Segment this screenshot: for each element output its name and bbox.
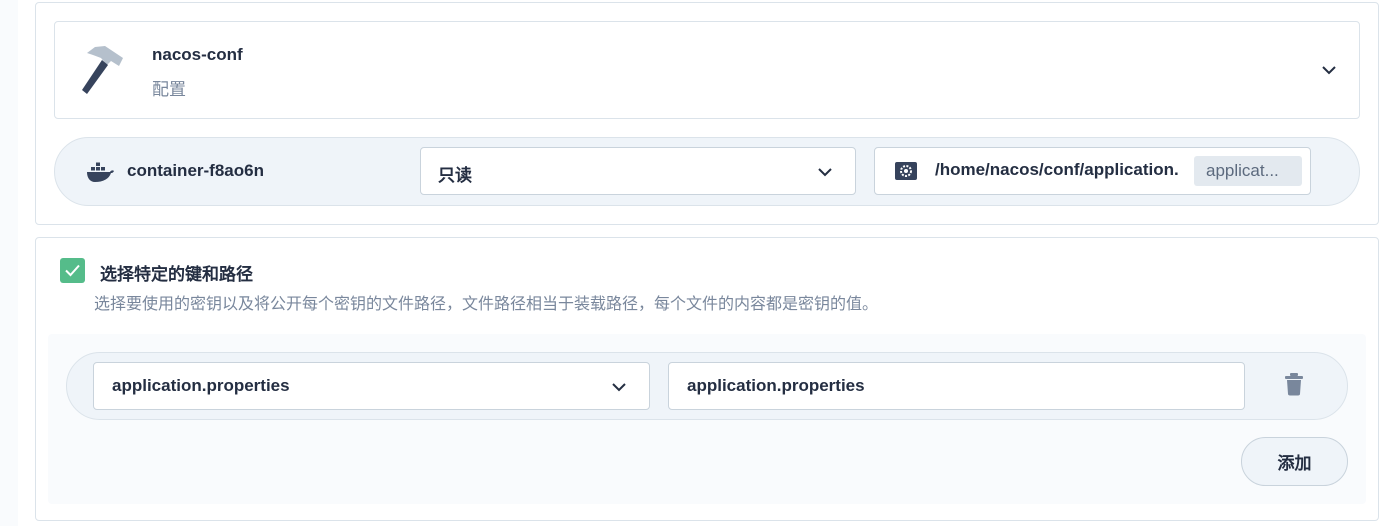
docker-icon: [87, 162, 114, 182]
trash-icon[interactable]: [1284, 372, 1304, 396]
container-name: container-f8ao6n: [127, 161, 264, 180]
chevron-down-icon: [818, 168, 832, 177]
key-select[interactable]: application.properties: [93, 362, 650, 410]
access-mode-value: 只读: [438, 166, 472, 186]
volume-mount-panel: nacos-conf 配置 container-f8ao6n 只读 /home/…: [35, 2, 1379, 225]
specific-keys-checkbox[interactable]: [60, 258, 85, 283]
specific-keys-panel: 选择特定的键和路径 选择要使用的密钥以及将公开每个密钥的文件路径，文件路径相当于…: [35, 237, 1379, 521]
specific-keys-title: 选择特定的键和路径: [100, 265, 253, 285]
hammer-icon: [82, 46, 123, 94]
volume-card[interactable]: nacos-conf 配置: [54, 21, 1360, 119]
chevron-down-icon: [612, 383, 626, 392]
left-gutter: [0, 0, 18, 526]
mount-path-input[interactable]: /home/nacos/conf/application. applicat..…: [874, 147, 1311, 195]
container-mount-row: container-f8ao6n 只读 /home/nacos/conf/app…: [54, 137, 1360, 206]
specific-keys-description: 选择要使用的密钥以及将公开每个密钥的文件路径，文件路径相当于装载路径，每个文件的…: [94, 294, 879, 313]
sub-path-input[interactable]: applicat...: [1194, 156, 1302, 186]
key-path-row: application.properties: [66, 352, 1348, 420]
key-select-value: application.properties: [112, 376, 290, 395]
key-path-list: application.properties 添加: [48, 334, 1366, 504]
file-path-input[interactable]: [669, 363, 1244, 409]
volume-name: nacos-conf: [152, 45, 243, 64]
file-path-field[interactable]: [668, 362, 1245, 410]
add-button[interactable]: 添加: [1241, 437, 1348, 486]
access-mode-select[interactable]: 只读: [420, 147, 856, 195]
volume-type: 配置: [152, 80, 186, 100]
check-icon: [65, 264, 80, 277]
chevron-down-icon[interactable]: [1321, 62, 1337, 78]
gear-icon: [895, 162, 917, 180]
mount-path-value: /home/nacos/conf/application.: [935, 160, 1179, 179]
